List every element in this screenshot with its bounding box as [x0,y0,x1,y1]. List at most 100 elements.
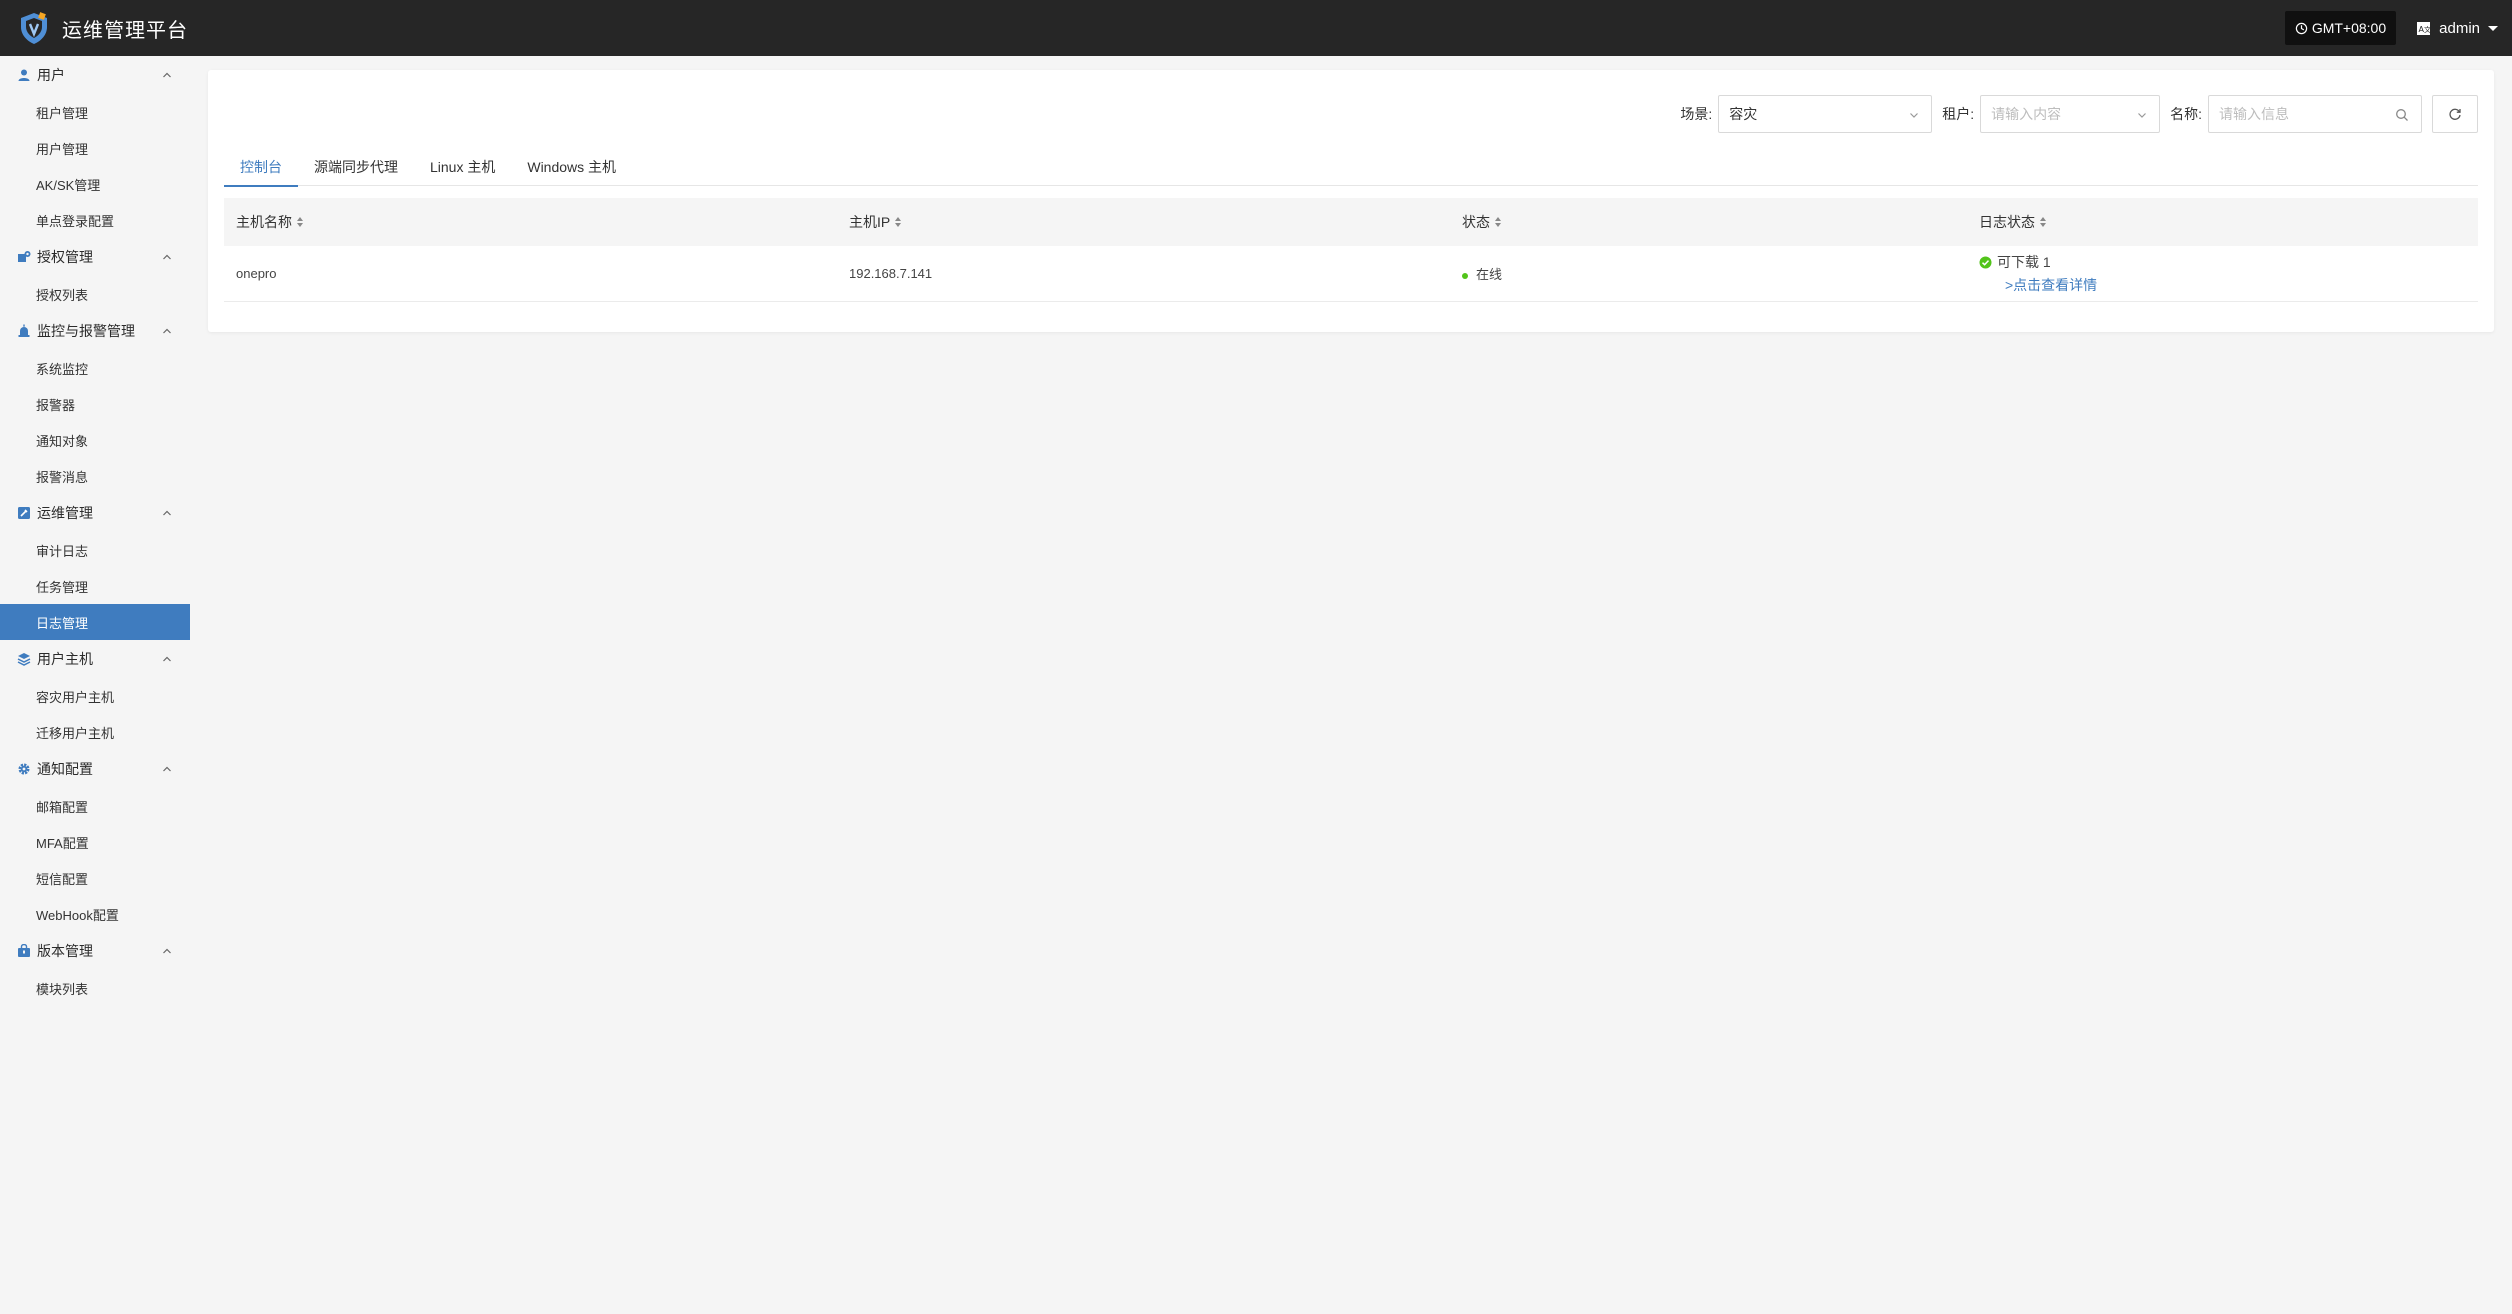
sidebar-item-users[interactable]: 用户管理 [0,130,190,166]
column-header-host-ip[interactable]: 主机IP [837,212,1450,232]
sidebar-group-version[interactable]: 版本管理 [0,932,190,970]
shield-logo-icon [21,12,47,44]
sidebar-item-alarm-message[interactable]: 报警消息 [0,458,190,494]
package-icon [17,944,31,958]
chevron-down-icon [1910,113,1919,118]
sidebar-item-webhook-config[interactable]: WebHook配置 [0,896,190,932]
sort-icon[interactable] [2040,217,2046,227]
sidebar-item-migration-hosts[interactable]: 迁移用户主机 [0,714,190,750]
sidebar-item-log-management[interactable]: 日志管理 [0,604,190,640]
sidebar-group-monitor[interactable]: 监控与报警管理 [0,312,190,350]
chevron-up-icon [163,72,171,78]
tenant-select[interactable]: 请输入内容 [1980,95,2161,133]
sidebar-item-aksk[interactable]: AK/SK管理 [0,166,190,202]
host-ip-cell: 192.168.7.141 [849,266,933,281]
sidebar-group-label: 监控与报警管理 [37,323,135,339]
tenant-placeholder: 请输入内容 [1991,106,2062,122]
tab-bar: 控制台 源端同步代理 Linux 主机 Windows 主机 [224,152,2478,187]
scene-label: 场景: [1680,106,1713,122]
sidebar-item-sso[interactable]: 单点登录配置 [0,202,190,238]
sidebar-item-audit-log[interactable]: 审计日志 [0,532,190,568]
status-cell: 在线 [1450,264,1967,283]
timezone-button[interactable]: GMT+08:00 [2284,11,2397,45]
chevron-up-icon [163,656,171,662]
sidebar-group-user[interactable]: 用户 [0,56,190,94]
sidebar-group-label: 用户 [37,67,65,83]
user-icon [17,68,31,82]
sidebar-group-ops[interactable]: 运维管理 [0,494,190,532]
column-label: 主机IP [849,214,891,230]
caret-down-icon [2488,25,2498,31]
sidebar-group-license[interactable]: 授权管理 [0,238,190,276]
sidebar-group-user-hosts[interactable]: 用户主机 [0,640,190,678]
check-circle-icon [1979,256,1992,268]
column-header-host-name[interactable]: 主机名称 [224,212,837,232]
column-label: 日志状态 [1979,214,2035,230]
tenant-label: 租户: [1942,106,1975,122]
view-details-link[interactable]: >点击查看详情 [2005,275,2478,295]
sidebar-item-module-list[interactable]: 模块列表 [0,970,190,1006]
tools-icon [17,506,31,520]
sidebar-item-tasks[interactable]: 任务管理 [0,568,190,604]
chevron-up-icon [163,766,171,772]
main-card: 场景: 容灾 租户: 请输入内容 名称: 请输入信息 控制台 源端同步代理 Li… [208,70,2494,332]
refresh-button[interactable] [2432,95,2478,133]
sidebar-group-label: 授权管理 [37,249,93,265]
sidebar-group-notify-config[interactable]: 通知配置 [0,750,190,788]
status-text: 在线 [1476,267,1503,282]
alarm-icon [17,324,31,338]
sidebar-item-system-monitor[interactable]: 系统监控 [0,350,190,386]
host-log-table: 主机名称 主机IP 状态 日志状态 onepro 192.168.7.141 在… [224,198,2478,302]
host-name-cell: onepro [236,266,277,281]
tab-console[interactable]: 控制台 [224,152,298,187]
sidebar-item-tenant[interactable]: 租户管理 [0,94,190,130]
app-title: 运维管理平台 [62,19,188,42]
column-header-log-status[interactable]: 日志状态 [1967,212,2478,232]
logo[interactable]: 运维管理平台 [16,10,188,46]
username: admin [2439,19,2480,37]
language-icon: A文 [2417,21,2431,35]
filter-bar: 场景: 容灾 租户: 请输入内容 名称: 请输入信息 [1680,95,2478,133]
sidebar-item-mail-config[interactable]: 邮箱配置 [0,788,190,824]
tab-source-sync-agent[interactable]: 源端同步代理 [298,152,414,186]
tab-linux-hosts[interactable]: Linux 主机 [414,152,511,186]
sidebar-group-label: 版本管理 [37,943,93,959]
search-icon[interactable] [2395,108,2409,122]
refresh-icon [2449,108,2461,120]
timezone-label: GMT+08:00 [2311,20,2387,36]
log-status-text: 可下载 1 [1997,254,2051,270]
sort-icon[interactable] [297,217,303,227]
user-menu[interactable]: A文 admin [2416,20,2498,37]
tab-windows-hosts[interactable]: Windows 主机 [511,152,632,186]
layers-icon [17,652,31,666]
sidebar-group-label: 运维管理 [37,505,93,521]
sidebar-item-license-list[interactable]: 授权列表 [0,276,190,312]
name-placeholder: 请输入信息 [2219,106,2289,122]
clock-icon [2295,22,2308,34]
gear-icon [17,762,31,776]
chevron-up-icon [163,254,171,260]
top-bar: 运维管理平台 GMT+08:00 A文 admin [0,0,2512,56]
sort-icon[interactable] [1495,217,1501,227]
sidebar-item-notify-target[interactable]: 通知对象 [0,422,190,458]
scene-value: 容灾 [1729,106,1758,122]
sidebar-item-mfa-config[interactable]: MFA配置 [0,824,190,860]
sidebar-group-label: 用户主机 [37,651,93,667]
sidebar-item-alarm[interactable]: 报警器 [0,386,190,422]
sidebar-group-label: 通知配置 [37,761,93,777]
license-icon [17,250,31,264]
column-header-status[interactable]: 状态 [1450,212,1967,232]
online-dot-icon [1462,272,1468,279]
table-header: 主机名称 主机IP 状态 日志状态 [224,198,2478,246]
column-label: 主机名称 [236,214,292,230]
log-status-cell: 可下载 1 >点击查看详情 [1967,252,2478,295]
chevron-up-icon [163,328,171,334]
name-search-input[interactable]: 请输入信息 [2208,95,2422,133]
sidebar-item-dr-hosts[interactable]: 容灾用户主机 [0,678,190,714]
name-label: 名称: [2170,106,2202,122]
scene-select[interactable]: 容灾 [1718,95,1933,133]
sidebar: 用户 租户管理 用户管理 AK/SK管理 单点登录配置 授权管理 授权列表 监控… [0,56,190,1314]
sort-icon[interactable] [895,217,902,227]
column-label: 状态 [1462,214,1490,230]
sidebar-item-sms-config[interactable]: 短信配置 [0,860,190,896]
